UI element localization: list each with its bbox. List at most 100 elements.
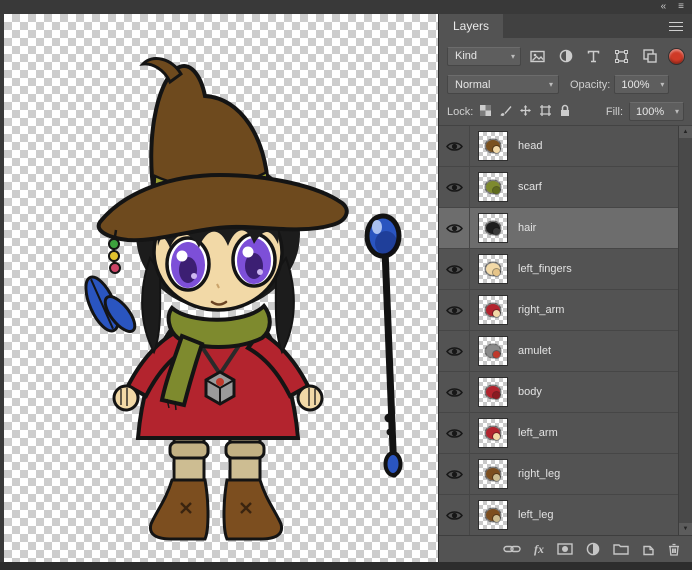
layer-thumbnail[interactable]: [478, 418, 508, 448]
eye-icon: [445, 346, 463, 356]
fx-icon: fx: [534, 541, 544, 556]
layer-thumbnail[interactable]: [478, 254, 508, 284]
layer-thumbnail[interactable]: [478, 459, 508, 489]
layer-row[interactable]: head: [439, 126, 692, 167]
smart-object-icon: [642, 49, 657, 63]
layer-list-scrollbar[interactable]: ▲ ▼: [678, 126, 692, 535]
layer-row[interactable]: left_arm: [439, 413, 692, 454]
link-layers-button[interactable]: [503, 541, 521, 557]
layer-thumbnail[interactable]: [478, 500, 508, 530]
lock-artboard-button[interactable]: [539, 104, 552, 120]
artboard-icon: [540, 104, 552, 116]
layer-row[interactable]: body: [439, 372, 692, 413]
fill-field[interactable]: 100% ▾: [629, 102, 684, 121]
visibility-toggle[interactable]: [439, 495, 470, 535]
layer-thumbnail[interactable]: [478, 336, 508, 366]
layer-name: right_leg: [518, 468, 561, 480]
layer-style-button[interactable]: fx: [534, 541, 544, 557]
thumbnail-art-secondary: [493, 515, 500, 522]
chevron-down-icon: ▾: [510, 51, 515, 61]
thumbnail-art-secondary: [493, 310, 500, 317]
amulet-pendant: [204, 370, 236, 406]
shape-icon: [615, 49, 628, 63]
new-layer-button[interactable]: [642, 541, 655, 557]
layer-row[interactable]: amulet: [439, 331, 692, 372]
thumbnail-art-secondary: [493, 146, 500, 153]
lock-transparency-button[interactable]: [479, 104, 492, 120]
layer-name: left_arm: [518, 427, 558, 439]
lock-all-button[interactable]: [559, 104, 571, 120]
layer-name: amulet: [518, 345, 552, 357]
layer-thumbnail[interactable]: [478, 131, 508, 161]
link-icon: [503, 545, 521, 553]
layer-thumbnail[interactable]: [478, 295, 508, 325]
adjustment-icon: [586, 542, 600, 556]
layer-thumbnail[interactable]: [478, 377, 508, 407]
filter-type-layers-button[interactable]: [582, 47, 605, 66]
visibility-toggle[interactable]: [439, 372, 470, 412]
kind-filter-value: Kind: [455, 50, 478, 62]
layer-name: left_fingers: [518, 263, 572, 275]
layer-row[interactable]: left_fingers: [439, 249, 692, 290]
filter-shape-layers-button[interactable]: [610, 47, 633, 66]
visibility-toggle[interactable]: [439, 454, 470, 494]
layer-thumbnail[interactable]: [478, 172, 508, 202]
workspace-menu-icon[interactable]: ≡: [678, 2, 684, 12]
layer-list: head scarf hair left_fingers right_arm a…: [439, 126, 692, 535]
lock-pixels-button[interactable]: [499, 104, 512, 120]
visibility-toggle[interactable]: [439, 413, 470, 453]
delete-layer-button[interactable]: [668, 541, 680, 557]
thumbnail-art-secondary: [493, 228, 500, 235]
layer-name: right_arm: [518, 304, 565, 316]
layer-row[interactable]: left_leg: [439, 495, 692, 535]
chevron-down-icon: ▾: [660, 80, 665, 89]
add-layer-mask-button[interactable]: [557, 541, 573, 557]
visibility-toggle[interactable]: [439, 249, 470, 289]
visibility-toggle[interactable]: [439, 126, 470, 166]
staff-graphic: [364, 213, 403, 478]
layer-row-selected[interactable]: hair: [439, 208, 692, 249]
tab-label: Layers: [453, 19, 490, 33]
scroll-up-button[interactable]: ▲: [679, 126, 692, 138]
visibility-toggle[interactable]: [439, 290, 470, 330]
layer-thumbnail[interactable]: [478, 213, 508, 243]
mask-icon: [557, 543, 573, 555]
move-icon: [520, 104, 532, 116]
trash-icon: [669, 543, 679, 556]
fill-value: 100%: [636, 105, 665, 118]
brush-icon: [500, 105, 512, 116]
layer-row[interactable]: scarf: [439, 167, 692, 208]
canvas-area[interactable]: [4, 14, 438, 562]
blend-mode-dropdown[interactable]: Normal ▾: [447, 75, 559, 94]
new-adjustment-layer-button[interactable]: [586, 541, 600, 557]
collapse-panels-icon[interactable]: «: [661, 2, 667, 12]
filter-row: Kind ▾: [439, 38, 692, 71]
visibility-toggle[interactable]: [439, 208, 470, 248]
visibility-toggle[interactable]: [439, 167, 470, 207]
panel-menu-button[interactable]: [660, 14, 692, 38]
layer-name: scarf: [518, 181, 542, 193]
new-group-button[interactable]: [613, 541, 629, 557]
visibility-toggle[interactable]: [439, 331, 470, 371]
titlebar: « ≡: [0, 0, 692, 14]
filter-toggle-button[interactable]: [669, 48, 684, 64]
kind-filter-dropdown[interactable]: Kind ▾: [447, 46, 521, 66]
eye-icon: [445, 182, 463, 192]
scroll-down-button[interactable]: ▼: [679, 523, 692, 535]
filter-pixel-layers-button[interactable]: [526, 47, 549, 66]
image-icon: [530, 50, 545, 62]
fill-label: Fill:: [605, 105, 623, 118]
opacity-field[interactable]: 100% ▾: [614, 75, 670, 94]
layer-row[interactable]: right_leg: [439, 454, 692, 495]
blend-mode-value: Normal: [455, 78, 491, 91]
opacity-value: 100%: [621, 78, 650, 91]
tab-layers[interactable]: Layers: [439, 14, 504, 38]
lock-label: Lock:: [447, 105, 474, 118]
menu-icon: [669, 21, 683, 31]
layer-row[interactable]: right_arm: [439, 290, 692, 331]
thumbnail-art-secondary: [493, 269, 500, 276]
filter-adjustment-layers-button[interactable]: [554, 47, 577, 66]
lock-position-button[interactable]: [519, 104, 532, 120]
folder-icon: [613, 544, 629, 555]
filter-smart-object-button[interactable]: [638, 47, 661, 66]
